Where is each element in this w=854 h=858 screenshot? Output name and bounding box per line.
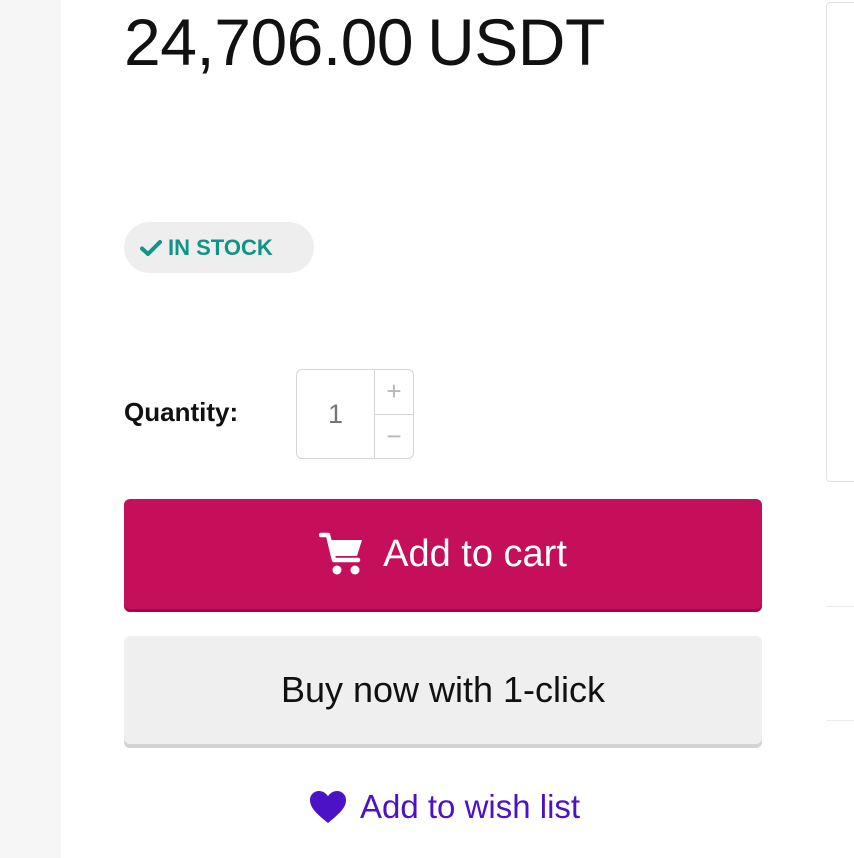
quantity-input[interactable]	[297, 370, 374, 458]
cart-icon	[319, 532, 363, 575]
check-icon	[140, 239, 162, 256]
quantity-decrement-button[interactable]: −	[375, 415, 413, 459]
wish-list-label: Add to wish list	[360, 788, 581, 825]
divider	[826, 720, 854, 721]
stock-status-text: IN STOCK	[168, 234, 273, 260]
buy-now-label: Buy now with 1-click	[280, 669, 606, 710]
quantity-label: Quantity:	[124, 397, 239, 427]
product-price: 24,706.00 USDT	[124, 4, 605, 80]
price-currency: USDT	[427, 5, 605, 79]
add-to-wish-list-link[interactable]: Add to wish list	[308, 784, 580, 830]
quantity-increment-button[interactable]: +	[375, 370, 413, 415]
heart-icon	[310, 791, 346, 823]
add-to-cart-button[interactable]: Add to cart	[124, 499, 762, 609]
divider	[826, 606, 854, 607]
side-panel	[826, 2, 854, 482]
add-to-cart-label: Add to cart	[383, 532, 567, 575]
buy-now-button[interactable]: Buy now with 1-click	[124, 636, 762, 744]
quantity-stepper: + −	[296, 369, 414, 459]
quantity-stepper-controls: + −	[374, 370, 413, 458]
stock-status-badge: IN STOCK	[124, 222, 314, 273]
price-amount: 24,706.00	[124, 5, 414, 79]
left-gutter	[0, 0, 61, 858]
